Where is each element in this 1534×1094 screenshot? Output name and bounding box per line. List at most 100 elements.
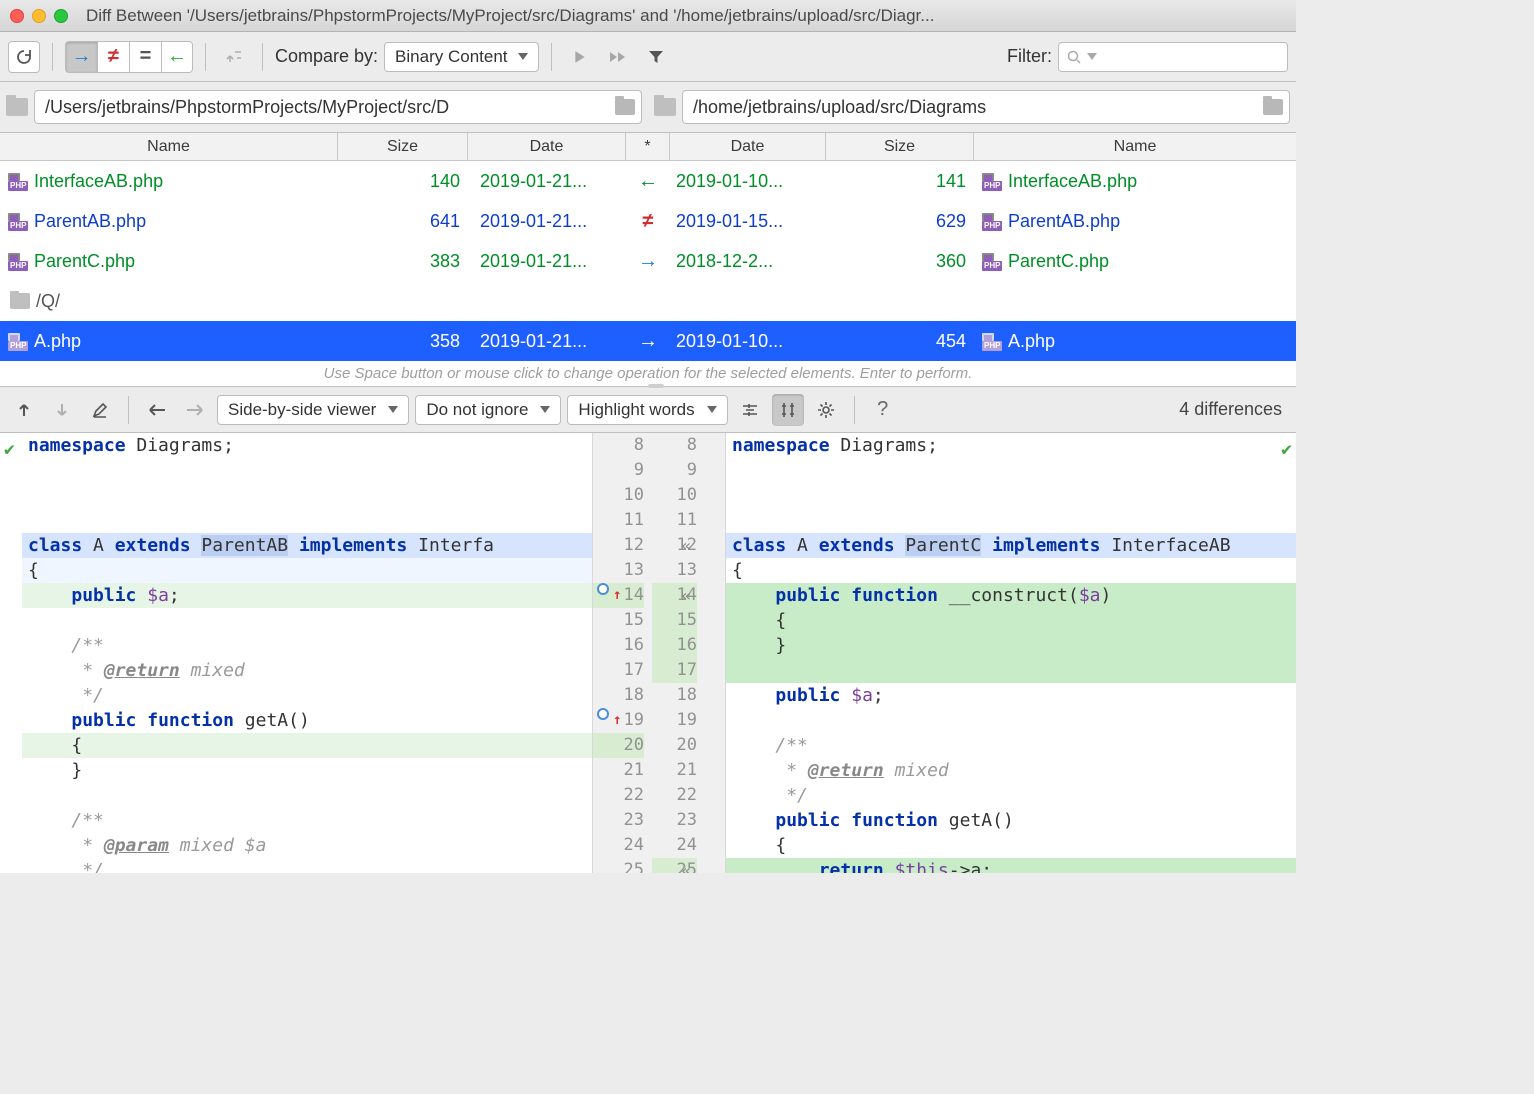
copy-left-filter-button[interactable]: ←: [161, 41, 193, 73]
table-row[interactable]: PHPParentAB.php 641 2019-01-21... ≠ 2019…: [0, 201, 1296, 241]
code-line: return $this->a;: [726, 858, 1296, 873]
left-path-text: /Users/jetbrains/PhpstormProjects/MyProj…: [45, 97, 449, 118]
browse-folder-icon[interactable]: [1263, 99, 1283, 115]
col-size-left[interactable]: Size: [338, 133, 468, 160]
sync-up-button[interactable]: [218, 41, 250, 73]
col-size-right[interactable]: Size: [826, 133, 974, 160]
fast-forward-button[interactable]: [602, 41, 634, 73]
right-code-pane[interactable]: namespace Diagrams;class A extends Paren…: [726, 433, 1296, 873]
col-operation[interactable]: *: [626, 133, 670, 160]
row-date-left: 2019-01-21...: [480, 331, 587, 352]
row-size-left: 140: [430, 171, 460, 192]
override-up-icon: ↑: [613, 583, 621, 608]
row-date-right: 2019-01-15...: [676, 211, 783, 232]
filter-icon-button[interactable]: [640, 41, 672, 73]
filter-label: Filter:: [1007, 46, 1052, 67]
code-line: }: [726, 633, 1296, 658]
row-size-right: 141: [936, 171, 966, 192]
copy-right-filter-button[interactable]: →: [65, 41, 97, 73]
table-row[interactable]: PHPInterfaceAB.php 140 2019-01-21... ← 2…: [0, 161, 1296, 201]
equal-filter-button[interactable]: =: [129, 41, 161, 73]
col-date-left[interactable]: Date: [468, 133, 626, 160]
apply-diff-icon[interactable]: «: [681, 583, 691, 608]
col-date-right[interactable]: Date: [670, 133, 826, 160]
resize-handle[interactable]: [648, 384, 664, 388]
code-line: [22, 458, 592, 483]
compare-by-value: Binary Content: [395, 47, 507, 67]
apply-diff-icon[interactable]: «: [681, 858, 691, 873]
row-name-right: ParentAB.php: [1008, 211, 1120, 232]
table-body: PHPInterfaceAB.php 140 2019-01-21... ← 2…: [0, 161, 1296, 361]
chevron-down-icon: [1087, 53, 1097, 60]
check-icon: ✔: [4, 437, 15, 462]
refresh-button[interactable]: [8, 41, 40, 73]
sync-scroll-button[interactable]: [772, 394, 804, 426]
table-row[interactable]: PHP ParentC.php 383 2019-01-21... → 2018-…: [0, 241, 1296, 281]
next-diff-button[interactable]: [46, 394, 78, 426]
code-line: [726, 458, 1296, 483]
not-equal-filter-button[interactable]: ≠: [97, 41, 129, 73]
collapse-button[interactable]: [734, 394, 766, 426]
diff-table: Name Size Date * Date Size Name PHPInter…: [0, 133, 1296, 361]
row-op-icon[interactable]: ←: [638, 170, 658, 193]
compare-by-combo[interactable]: Binary Content: [384, 42, 538, 72]
play-button[interactable]: [564, 41, 596, 73]
viewer-mode-value: Side-by-side viewer: [228, 400, 376, 420]
maximize-window-button[interactable]: [54, 9, 68, 23]
edit-button[interactable]: [84, 394, 116, 426]
separator: [262, 43, 263, 71]
row-date-right: 2018-12-2...: [676, 251, 773, 272]
minimize-window-button[interactable]: [32, 9, 46, 23]
sync-toolbar: → ≠ = ← Compare by: Binary Content Filte…: [0, 32, 1296, 82]
row-date-right: 2019-01-10...: [676, 171, 783, 192]
code-line: namespace Diagrams;: [726, 433, 1296, 458]
row-op-icon[interactable]: →: [638, 250, 658, 273]
apply-diff-icon[interactable]: «: [681, 533, 691, 558]
row-name-left: ParentAB.php: [34, 211, 146, 232]
breakpoint-icon[interactable]: [597, 708, 609, 720]
table-row[interactable]: /Q/: [0, 281, 1296, 321]
row-op-icon[interactable]: →: [638, 330, 658, 353]
ignore-mode-value: Do not ignore: [426, 400, 528, 420]
ignore-mode-combo[interactable]: Do not ignore: [415, 395, 561, 425]
row-date-left: 2019-01-21...: [480, 171, 587, 192]
col-name-right[interactable]: Name: [974, 133, 1296, 160]
close-window-button[interactable]: [10, 9, 24, 23]
window-title: Diff Between '/Users/jetbrains/PhpstormP…: [76, 6, 1286, 26]
prev-diff-button[interactable]: [8, 394, 40, 426]
folder-icon: [654, 98, 676, 116]
check-icon: ✔: [1281, 437, 1292, 462]
right-path-box: /home/jetbrains/upload/src/Diagrams: [654, 90, 1290, 124]
row-size-right: 454: [936, 331, 966, 352]
row-name-right: ParentC.php: [1008, 251, 1109, 272]
browse-folder-icon[interactable]: [615, 99, 635, 115]
code-line: }: [22, 758, 592, 783]
highlight-mode-combo[interactable]: Highlight words: [567, 395, 727, 425]
row-op-icon[interactable]: ≠: [643, 210, 654, 233]
code-line: * @return mixed: [726, 758, 1296, 783]
code-line: * @param mixed $a: [22, 833, 592, 858]
compare-by-label: Compare by:: [275, 46, 378, 67]
row-name-left: A.php: [34, 331, 81, 352]
forward-button[interactable]: [179, 394, 211, 426]
left-code-pane[interactable]: namespace Diagrams;class A extends Paren…: [0, 433, 592, 873]
settings-button[interactable]: [810, 394, 842, 426]
breakpoint-icon[interactable]: [597, 583, 609, 595]
col-name-left[interactable]: Name: [0, 133, 338, 160]
hint-text: Use Space button or mouse click to chang…: [324, 365, 973, 382]
row-size-right: 360: [936, 251, 966, 272]
row-date-left: 2019-01-21...: [480, 251, 587, 272]
chevron-down-icon: [388, 406, 398, 413]
help-button[interactable]: ?: [867, 394, 899, 426]
left-path-input[interactable]: /Users/jetbrains/PhpstormProjects/MyProj…: [34, 90, 642, 124]
code-line: {: [726, 608, 1296, 633]
filter-input[interactable]: [1058, 42, 1288, 72]
right-path-input[interactable]: /home/jetbrains/upload/src/Diagrams: [682, 90, 1290, 124]
table-row[interactable]: PHPA.php 358 2019-01-21... → 2019-01-10.…: [0, 321, 1296, 361]
code-line: [726, 708, 1296, 733]
viewer-mode-combo[interactable]: Side-by-side viewer: [217, 395, 409, 425]
php-file-icon: PHP: [8, 251, 28, 271]
code-line: {: [22, 733, 592, 758]
row-size-left: 383: [430, 251, 460, 272]
back-button[interactable]: [141, 394, 173, 426]
